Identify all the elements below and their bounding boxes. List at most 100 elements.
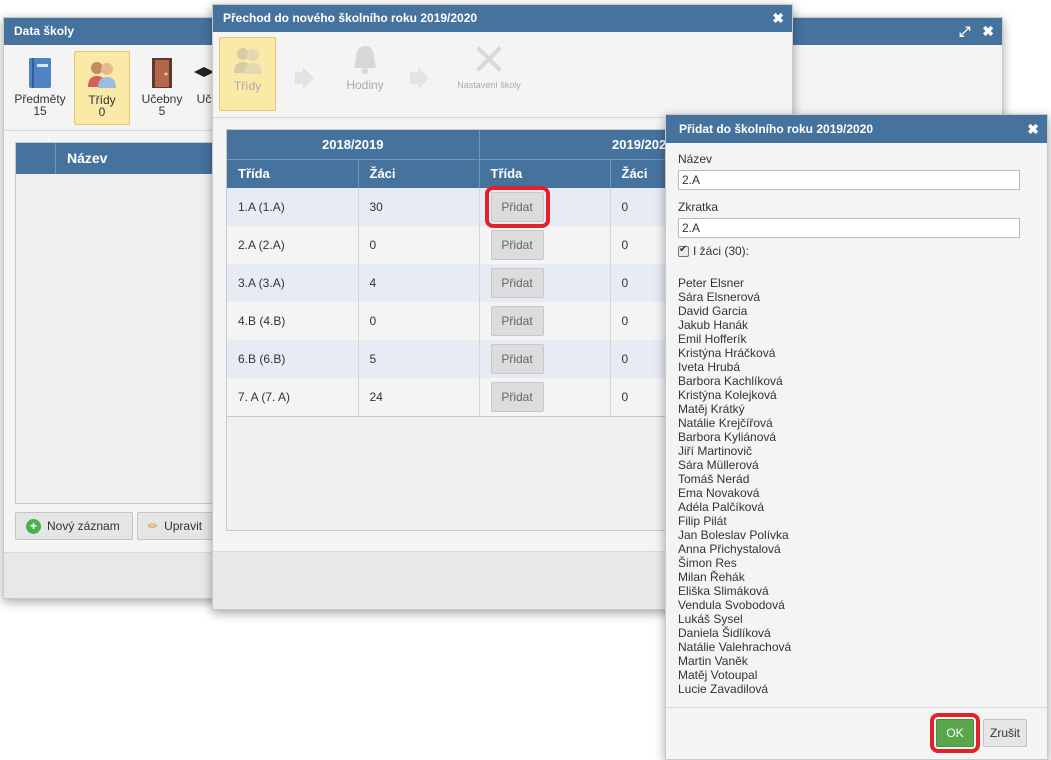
- dialog-title: Přidat do školního roku 2019/2020: [679, 122, 874, 136]
- window-title: Přechod do nového školního roku 2019/202…: [223, 11, 478, 25]
- cell-class: 2.A (2.A): [227, 226, 359, 264]
- toolbar-ucebny-button[interactable]: Učebny 5: [134, 51, 190, 125]
- toolbar-count: 15: [33, 104, 47, 118]
- short-field[interactable]: 2.A: [678, 218, 1020, 238]
- cell-pupils: 24: [358, 378, 480, 416]
- name-field[interactable]: 2.A: [678, 170, 1020, 190]
- toolbar-label: Uč: [196, 92, 212, 106]
- student-item: Matěj Krátký: [678, 402, 745, 416]
- student-item: Barbora Kyliánová: [678, 430, 777, 444]
- add-class-button[interactable]: Přidat: [490, 306, 544, 336]
- new-record-button[interactable]: + Nový záznam: [15, 512, 133, 540]
- student-item: Peter Elsner: [678, 276, 745, 290]
- pupils-checkbox-label: I žáci (30):: [693, 244, 750, 258]
- add-class-button[interactable]: Přidat: [490, 230, 544, 260]
- ok-button[interactable]: OK: [930, 713, 980, 753]
- student-item: Anna Přichystalová: [678, 542, 781, 556]
- student-item: Eliška Slimáková: [678, 584, 769, 598]
- close-icon[interactable]: ✖: [772, 10, 784, 26]
- col-pupils-old[interactable]: Žáci: [358, 159, 480, 188]
- student-item: Barbora Kachlíková: [678, 374, 783, 388]
- step-label: Třídy: [233, 79, 262, 93]
- window-title: Data školy: [14, 24, 75, 38]
- add-class-button[interactable]: Přidat: [484, 186, 550, 228]
- prechod-steps: Třídy Hodiny Nastavení školy: [213, 32, 792, 118]
- col-class-old[interactable]: Třída: [227, 159, 359, 188]
- step-label: Nastavení školy: [457, 80, 521, 90]
- student-item: Adéla Palčíková: [678, 500, 765, 514]
- cell-class: 1.A (1.A): [227, 188, 359, 226]
- cell-class: 4.B (4.B): [227, 302, 359, 340]
- toolbar-predmety-button[interactable]: Předměty 15: [12, 51, 68, 125]
- student-item: Milan Řehák: [678, 570, 745, 584]
- step-nastaveni[interactable]: Nastavení školy: [449, 37, 529, 111]
- book-icon: [12, 55, 68, 91]
- records-list: Název: [15, 142, 215, 504]
- list-header-name[interactable]: Název: [67, 150, 107, 166]
- toolbar-count: 5: [158, 104, 166, 118]
- cell-pupils: 30: [358, 188, 480, 226]
- students-icon: [75, 56, 129, 92]
- student-item: Martin Vaněk: [678, 654, 748, 668]
- student-item: Natálie Krejčířová: [678, 416, 773, 430]
- step-tridy[interactable]: Třídy: [219, 37, 276, 111]
- student-item: Iveta Hrubá: [678, 360, 741, 374]
- toolbar-tridy-button[interactable]: Třídy 0: [74, 51, 130, 125]
- student-item: Jan Boleslav Polívka: [678, 528, 789, 542]
- student-item: Sára Elsnerová: [678, 290, 761, 304]
- cancel-button[interactable]: Zrušit: [983, 719, 1027, 747]
- pupils-checkbox[interactable]: [678, 244, 689, 257]
- tools-icon: [449, 41, 529, 77]
- student-item: David Garcia: [678, 304, 748, 318]
- close-icon[interactable]: ✖: [1027, 121, 1039, 137]
- graduation-cap-icon: [194, 55, 214, 91]
- toolbar-count: 0: [98, 105, 106, 119]
- student-item: Kristýna Hráčková: [678, 346, 776, 360]
- year-old-header: 2018/2019: [227, 130, 480, 160]
- student-item: Emil Hofferík: [678, 332, 747, 346]
- cell-pupils: 0: [358, 226, 480, 264]
- toolbar-ucitele-button[interactable]: Uč: [194, 51, 214, 125]
- cell-pupils: 4: [358, 264, 480, 302]
- list-header-select[interactable]: [16, 143, 56, 174]
- pridat-dialog: Přidat do školního roku 2019/2020 ✖ Náze…: [665, 114, 1048, 760]
- step-label: Hodiny: [346, 78, 384, 92]
- student-item: Jakub Hanák: [678, 318, 749, 332]
- short-label: Zkratka: [678, 200, 719, 214]
- step-hodiny[interactable]: Hodiny: [335, 37, 395, 111]
- bell-icon: [335, 41, 395, 77]
- add-class-button[interactable]: Přidat: [490, 382, 544, 412]
- new-record-label: Nový záznam: [47, 519, 120, 533]
- add-class-button[interactable]: Přidat: [490, 268, 544, 298]
- student-item: Jiří Martinovič: [678, 444, 753, 458]
- cell-class: 7. A (7. A): [227, 378, 359, 416]
- pupils-checkbox-row[interactable]: I žáci (30):: [678, 244, 1035, 258]
- name-label: Název: [678, 152, 713, 166]
- plus-icon: +: [26, 518, 41, 534]
- student-item: Daniela Šidlíková: [678, 626, 771, 640]
- edit-label: Upravit: [164, 519, 203, 533]
- door-icon: [134, 55, 190, 91]
- prechod-titlebar: Přechod do nového školního roku 2019/202…: [213, 5, 792, 32]
- students-icon: [220, 42, 275, 78]
- cell-class: 3.A (3.A): [227, 264, 359, 302]
- col-class-new[interactable]: Třída: [479, 159, 611, 188]
- student-item: Sára Müllerová: [678, 458, 759, 472]
- add-class-button[interactable]: Přidat: [490, 344, 544, 374]
- cell-pupils: 5: [358, 340, 480, 378]
- student-item: Vendula Svobodová: [678, 598, 785, 612]
- student-item: Kristýna Kolejková: [678, 388, 777, 402]
- pridat-body: Název 2.A Zkratka 2.A I žáci (30):: [666, 143, 1047, 267]
- pridat-footer: OK Zrušit: [666, 707, 1047, 759]
- student-item: Šimon Res: [678, 556, 737, 570]
- student-item: Filip Pilát: [678, 514, 727, 528]
- maximize-icon[interactable]: ⤢: [959, 23, 970, 39]
- student-item: Ema Novaková: [678, 486, 760, 500]
- cell-class: 6.B (6.B): [227, 340, 359, 378]
- edit-button[interactable]: ✏ Upravit: [137, 512, 215, 540]
- cell-pupils: 0: [358, 302, 480, 340]
- pridat-titlebar: Přidat do školního roku 2019/2020 ✖: [666, 115, 1047, 143]
- close-icon[interactable]: ✖: [982, 23, 994, 39]
- list-header: Název: [16, 143, 214, 174]
- student-item: Matěj Votoupal: [678, 668, 758, 682]
